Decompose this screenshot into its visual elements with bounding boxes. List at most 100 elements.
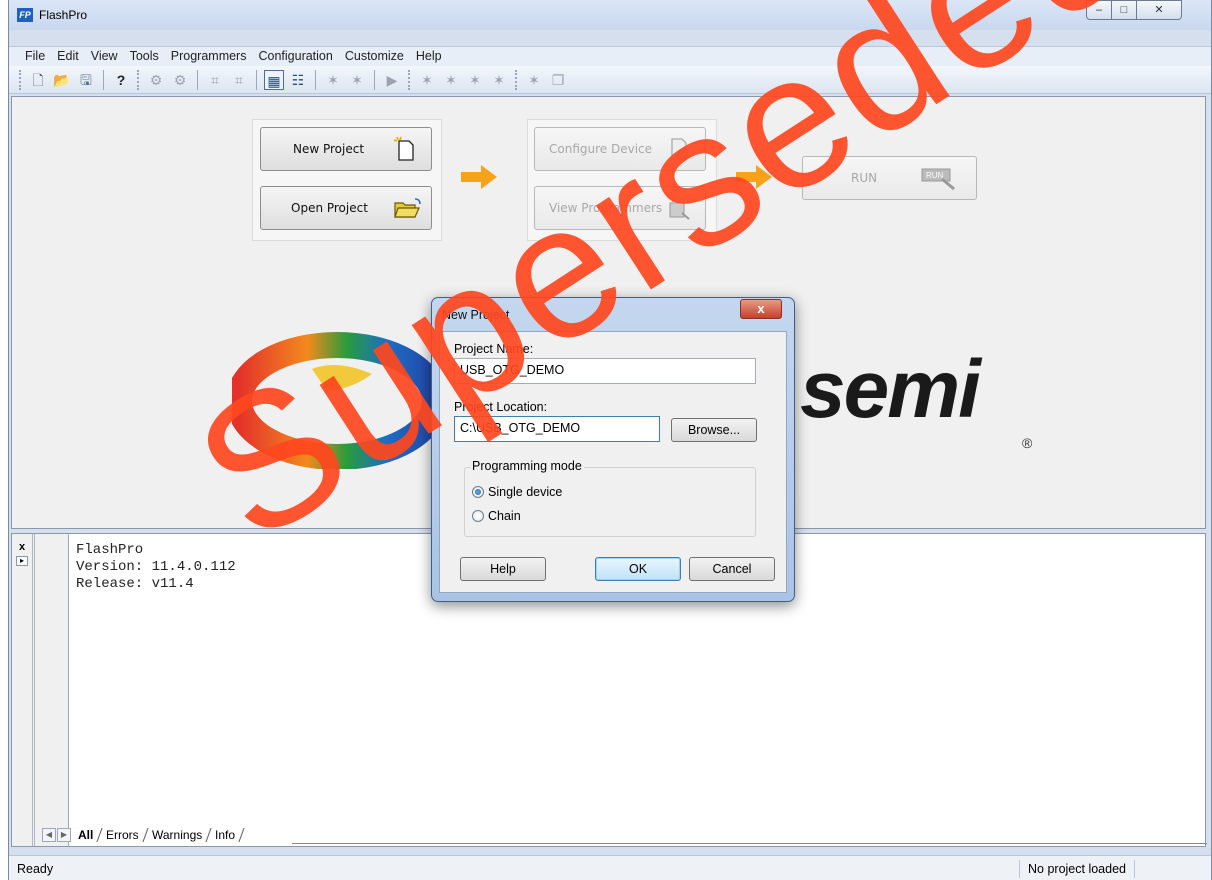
close-log-icon[interactable]: x	[16, 542, 28, 554]
single-device-radio[interactable]	[472, 486, 484, 498]
tab-all-label: All	[78, 828, 94, 842]
minimize-button[interactable]: –	[1086, 0, 1112, 20]
maximize-button[interactable]: □	[1111, 0, 1137, 20]
log-gutter-bar	[32, 534, 35, 846]
toolbar-grip[interactable]	[137, 69, 140, 90]
single-device-option[interactable]: Single device	[472, 485, 562, 499]
status-bar: Ready No project loaded	[9, 855, 1211, 880]
cancel-button[interactable]: Cancel	[689, 557, 775, 581]
project-location-field[interactable]: C:\USB_OTG_DEMO	[454, 416, 660, 442]
device-icon[interactable]: ⌗	[205, 70, 225, 90]
tab-scroll-left-icon[interactable]: ◀	[42, 828, 56, 842]
chain-label: Chain	[488, 509, 521, 523]
new-file-icon[interactable]: 🗋	[28, 70, 48, 90]
open-project-button[interactable]: Open Project	[260, 186, 432, 230]
project-location-label: Project Location:	[454, 400, 548, 414]
help-button[interactable]: Help	[460, 557, 546, 581]
toolbar-grip[interactable]	[19, 69, 22, 90]
toolbar-separator	[256, 69, 257, 90]
log-gutter: x ▸	[12, 534, 69, 846]
menu-bar: File Edit View Tools Programmers Configu…	[9, 46, 1211, 66]
menu-edit[interactable]: Edit	[51, 47, 85, 66]
document-gear-icon	[671, 138, 689, 161]
microsemi-logo-ring	[232, 332, 442, 469]
project-status-text: No project loaded	[1019, 860, 1135, 878]
new-project-label: New Project	[293, 142, 365, 156]
save-icon[interactable]: 🖫	[76, 70, 96, 90]
new-project-dialog: New Project x Project Name: USB_OTG_DEMO…	[431, 297, 795, 602]
programmer-icon[interactable]: ⚙	[170, 70, 190, 90]
tab-errors-label: Errors	[106, 828, 140, 842]
project-name-label: Project Name:	[454, 342, 534, 356]
run-icon[interactable]: ▶	[382, 70, 402, 90]
dialog-close-button[interactable]: x	[740, 299, 782, 319]
status-text: Ready	[17, 862, 54, 876]
menu-view[interactable]: View	[85, 47, 124, 66]
configure-device-button[interactable]: Configure Device	[534, 127, 706, 171]
view-toggle-icon[interactable]: ▦	[264, 69, 284, 90]
configure-device-label: Configure Device	[549, 142, 653, 156]
toolbar-grip[interactable]	[515, 69, 518, 90]
menu-help[interactable]: Help	[410, 47, 448, 66]
run-button[interactable]: RUN RUN	[802, 156, 977, 200]
chain-option[interactable]: Chain	[472, 509, 521, 523]
scan-icon[interactable]: ✶	[323, 70, 343, 90]
dialog-title: New Project	[442, 308, 510, 322]
action-icon[interactable]: ✶	[489, 70, 509, 90]
pin-log-icon[interactable]: ▸	[16, 556, 28, 566]
programmer-device-icon	[669, 198, 690, 220]
programmer-icon[interactable]: ⚙	[146, 70, 166, 90]
menu-programmers[interactable]: Programmers	[165, 47, 253, 66]
microsemi-logo-text: semi	[800, 344, 981, 435]
device-icon[interactable]: ⌗	[229, 70, 249, 90]
new-project-button[interactable]: New Project	[260, 127, 432, 171]
help-icon[interactable]: ?	[111, 70, 131, 90]
tab-underline	[292, 843, 1207, 844]
project-name-field[interactable]: USB_OTG_DEMO	[454, 358, 756, 384]
action-icon[interactable]: ✶	[465, 70, 485, 90]
window-title: FlashPro	[39, 8, 88, 22]
open-folder-icon[interactable]: 📂	[52, 70, 72, 90]
tab-info-label: Info	[215, 828, 236, 842]
toolbar: 🗋 📂 🖫 ? ⚙ ⚙ ⌗ ⌗ ▦ ☷ ✶ ✶ ▶ ✶ ✶ ✶ ✶ ✶ ❐	[9, 66, 1211, 94]
programming-mode-label: Programming mode	[470, 459, 584, 473]
action-icon[interactable]: ✶	[417, 70, 437, 90]
title-bar: FP FlashPro – □ ✕	[9, 0, 1211, 30]
log-line: Version: 11.4.0.112	[76, 559, 236, 575]
chain-icon[interactable]: ❐	[548, 70, 568, 90]
toolbar-separator	[315, 69, 316, 90]
toolbar-separator	[103, 69, 104, 90]
menu-configuration[interactable]: Configuration	[252, 47, 338, 66]
open-project-label: Open Project	[291, 201, 368, 215]
scan-icon[interactable]: ✶	[347, 70, 367, 90]
log-line: FlashPro	[76, 542, 144, 558]
run-label: RUN	[851, 171, 878, 185]
view-programmers-label: View Programmers	[549, 201, 663, 215]
browse-button[interactable]: Browse...	[671, 418, 757, 442]
action-icon[interactable]: ✶	[441, 70, 461, 90]
ok-button[interactable]: OK	[595, 557, 681, 581]
chain-radio[interactable]	[472, 510, 484, 522]
close-window-button[interactable]: ✕	[1136, 0, 1182, 20]
open-folder-icon	[394, 198, 421, 218]
tab-warnings-label: Warnings	[152, 828, 203, 842]
list-view-icon[interactable]: ☷	[288, 70, 308, 90]
tab-info[interactable]: Info	[206, 828, 245, 842]
toolbar-grip[interactable]	[408, 69, 411, 90]
single-device-label: Single device	[488, 485, 563, 499]
menu-tools[interactable]: Tools	[124, 47, 165, 66]
toolbar-separator	[197, 69, 198, 90]
tab-errors[interactable]: Errors	[97, 828, 149, 842]
menu-file[interactable]: File	[19, 47, 51, 66]
view-programmers-button[interactable]: View Programmers	[534, 186, 706, 230]
tab-warnings[interactable]: Warnings	[143, 828, 212, 842]
toolbar-separator	[374, 69, 375, 90]
chain-icon[interactable]: ✶	[524, 70, 544, 90]
log-tab-strip: ◀ ▶ All Errors Warnings Info	[42, 826, 245, 844]
run-icon: RUN	[921, 168, 955, 191]
new-document-icon	[393, 136, 414, 161]
log-line: Release: v11.4	[76, 576, 194, 592]
programming-mode-group	[464, 467, 756, 537]
flashpro-app-icon: FP	[17, 8, 33, 22]
menu-customize[interactable]: Customize	[339, 47, 410, 66]
